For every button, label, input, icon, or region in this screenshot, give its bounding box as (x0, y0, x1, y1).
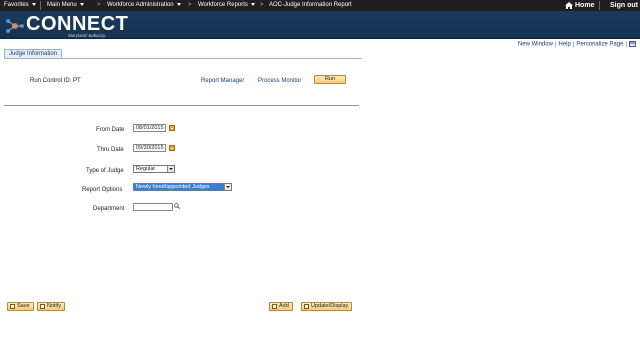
report-options-label: Report Options (82, 187, 123, 193)
notify-icon (40, 304, 45, 309)
notify-button[interactable]: Notify (37, 302, 66, 311)
process-monitor-link[interactable]: Process Monitor (258, 78, 301, 84)
breadcrumb-separator: > (97, 2, 101, 8)
personalize-page-link[interactable]: Personalize Page (576, 42, 623, 48)
notify-label: Notify (47, 303, 62, 309)
run-button[interactable]: Run (314, 75, 346, 84)
sign-out-link[interactable]: Sign out (610, 0, 638, 11)
divider (599, 1, 600, 10)
tab-underline (4, 58, 362, 59)
home-icon (565, 1, 573, 9)
run-control-value: PT (73, 78, 81, 84)
chevron-down-icon (224, 184, 231, 190)
type-of-judge-select[interactable]: Regular (133, 165, 175, 173)
chevron-down-icon (250, 2, 255, 6)
top-nav-bar: Favorites Main Menu > Workforce Administ… (0, 0, 640, 11)
help-link[interactable]: Help (559, 42, 571, 48)
thru-date-field[interactable]: 09/30/2015 (133, 144, 166, 152)
divider: | (625, 41, 627, 48)
breadcrumb-workforce-administration[interactable]: Workforce Administration (107, 0, 181, 11)
tab-judge-information[interactable]: Judge Information (4, 49, 63, 58)
favorites-menu[interactable]: Favorites (4, 0, 36, 11)
section-divider (4, 105, 359, 106)
save-label: Save (17, 303, 30, 309)
breadcrumb-label: Workforce Reports (198, 2, 248, 8)
report-options-select[interactable]: Newly hired/appointed Judges (133, 183, 232, 191)
breadcrumb-separator: > (188, 2, 192, 8)
home-link[interactable]: Home (565, 0, 594, 11)
department-label: Department (93, 206, 125, 212)
utility-links: New Window | Help | Personalize Page | (518, 41, 636, 48)
divider: | (554, 41, 557, 48)
brand-subtitle: Maryland Judiciary (68, 33, 106, 38)
add-label: Add (279, 303, 289, 309)
report-options-value: Newly hired/appointed Judges (136, 184, 210, 190)
chevron-down-icon (176, 2, 181, 6)
calendar-icon[interactable] (169, 145, 175, 151)
update-display-button[interactable]: Update/Display (301, 302, 353, 311)
breadcrumb-current-page: AOC-Judge Information Report (269, 2, 352, 8)
thru-date-label: Thru Date (97, 147, 124, 153)
report-manager-link[interactable]: Report Manager (201, 78, 244, 84)
save-button[interactable]: Save (7, 302, 34, 311)
chevron-down-icon (79, 2, 84, 6)
main-menu[interactable]: Main Menu (47, 0, 84, 11)
divider (40, 1, 41, 10)
run-control-label: Run Control ID: (30, 78, 72, 84)
breadcrumb-label: Workforce Administration (107, 2, 174, 8)
from-date-label: From Date (96, 127, 125, 133)
add-button[interactable]: Add (269, 302, 293, 311)
type-of-judge-label: Type of Judge (86, 168, 124, 174)
type-of-judge-value: Regular (136, 166, 156, 172)
chevron-down-icon (167, 166, 174, 172)
divider: | (572, 41, 575, 48)
update-display-label: Update/Display (311, 303, 349, 309)
search-icon[interactable] (174, 203, 180, 209)
new-window-link[interactable]: New Window (518, 42, 553, 48)
department-field[interactable] (133, 203, 173, 211)
favorites-label: Favorites (4, 2, 29, 8)
add-icon (272, 304, 277, 309)
breadcrumb-workforce-reports[interactable]: Workforce Reports (198, 0, 255, 11)
home-label: Home (575, 2, 595, 9)
page-settings-icon[interactable] (629, 41, 636, 47)
chevron-down-icon (31, 2, 36, 6)
from-date-field[interactable]: 08/01/2015 (133, 124, 166, 132)
update-display-icon (304, 304, 309, 309)
calendar-icon[interactable] (169, 125, 175, 131)
save-icon (10, 304, 15, 309)
breadcrumb-separator: > (260, 2, 264, 8)
main-menu-label: Main Menu (47, 2, 77, 8)
connect-logo-icon (6, 19, 24, 33)
